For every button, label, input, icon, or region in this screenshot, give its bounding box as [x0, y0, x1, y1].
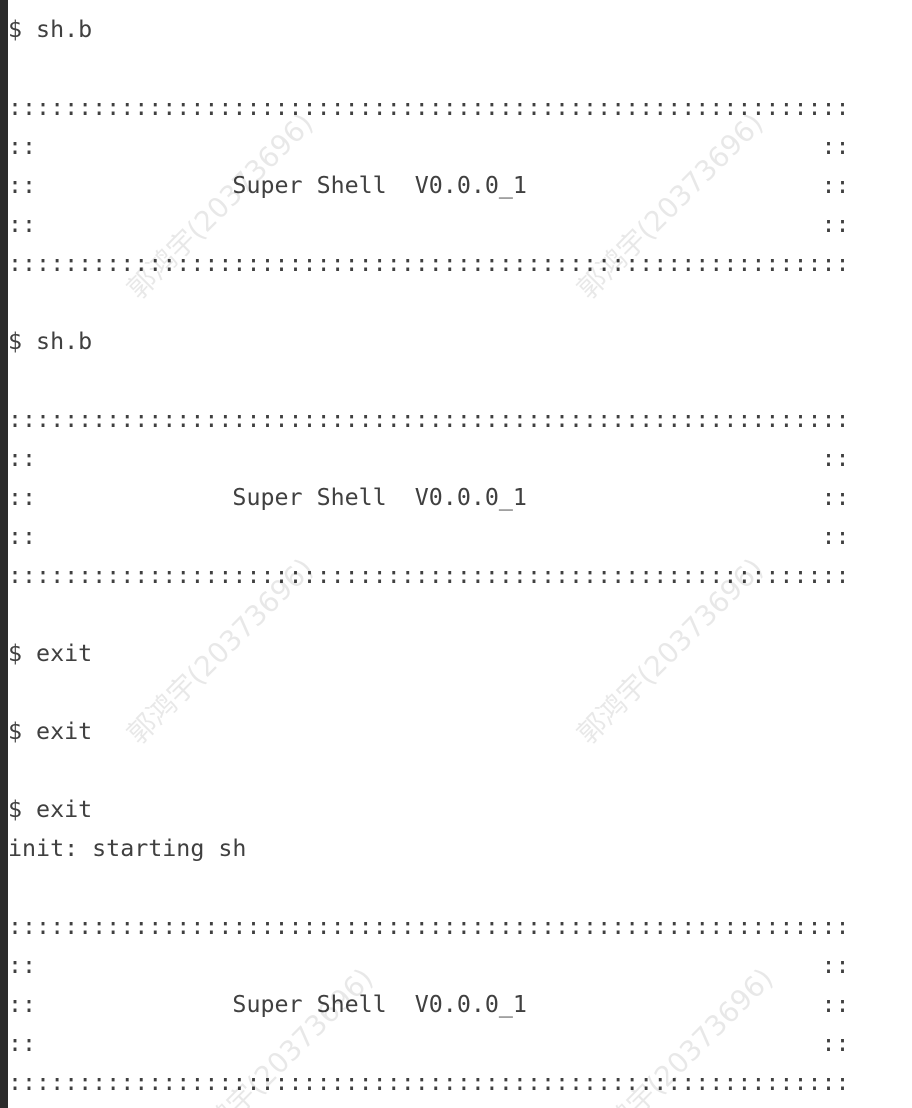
terminal-line: :: :: [8, 445, 850, 472]
terminal-screenshot: $ sh.b::::::::::::::::::::::::::::::::::… [0, 0, 912, 1108]
terminal-line: $ exit [8, 796, 93, 823]
terminal-line: ::::::::::::::::::::::::::::::::::::::::… [8, 406, 850, 433]
terminal-line: ::::::::::::::::::::::::::::::::::::::::… [8, 1069, 850, 1096]
terminal-line: init: starting sh [8, 835, 247, 862]
terminal-line: ::::::::::::::::::::::::::::::::::::::::… [8, 913, 850, 940]
terminal-line: :: :: [8, 523, 850, 550]
terminal-line: :: Super Shell V0.0.0_1 :: [8, 484, 850, 511]
terminal-line: :: Super Shell V0.0.0_1 :: [8, 991, 850, 1018]
terminal-line: $ exit [8, 640, 93, 667]
terminal-line: $ sh.b [8, 328, 93, 355]
terminal-line: ::::::::::::::::::::::::::::::::::::::::… [8, 250, 850, 277]
terminal-line: ::::::::::::::::::::::::::::::::::::::::… [8, 94, 850, 121]
terminal-line: :: :: [8, 133, 850, 160]
terminal-line: :: :: [8, 952, 850, 979]
terminal-line: :: :: [8, 1030, 850, 1057]
terminal-line: :: :: [8, 211, 850, 238]
terminal-output: $ sh.b::::::::::::::::::::::::::::::::::… [8, 10, 850, 1102]
terminal-line: ::::::::::::::::::::::::::::::::::::::::… [8, 562, 850, 589]
terminal-line: :: Super Shell V0.0.0_1 :: [8, 172, 850, 199]
terminal-line: $ exit [8, 718, 93, 745]
window-left-edge [0, 0, 8, 1108]
terminal-line: $ sh.b [8, 16, 93, 43]
